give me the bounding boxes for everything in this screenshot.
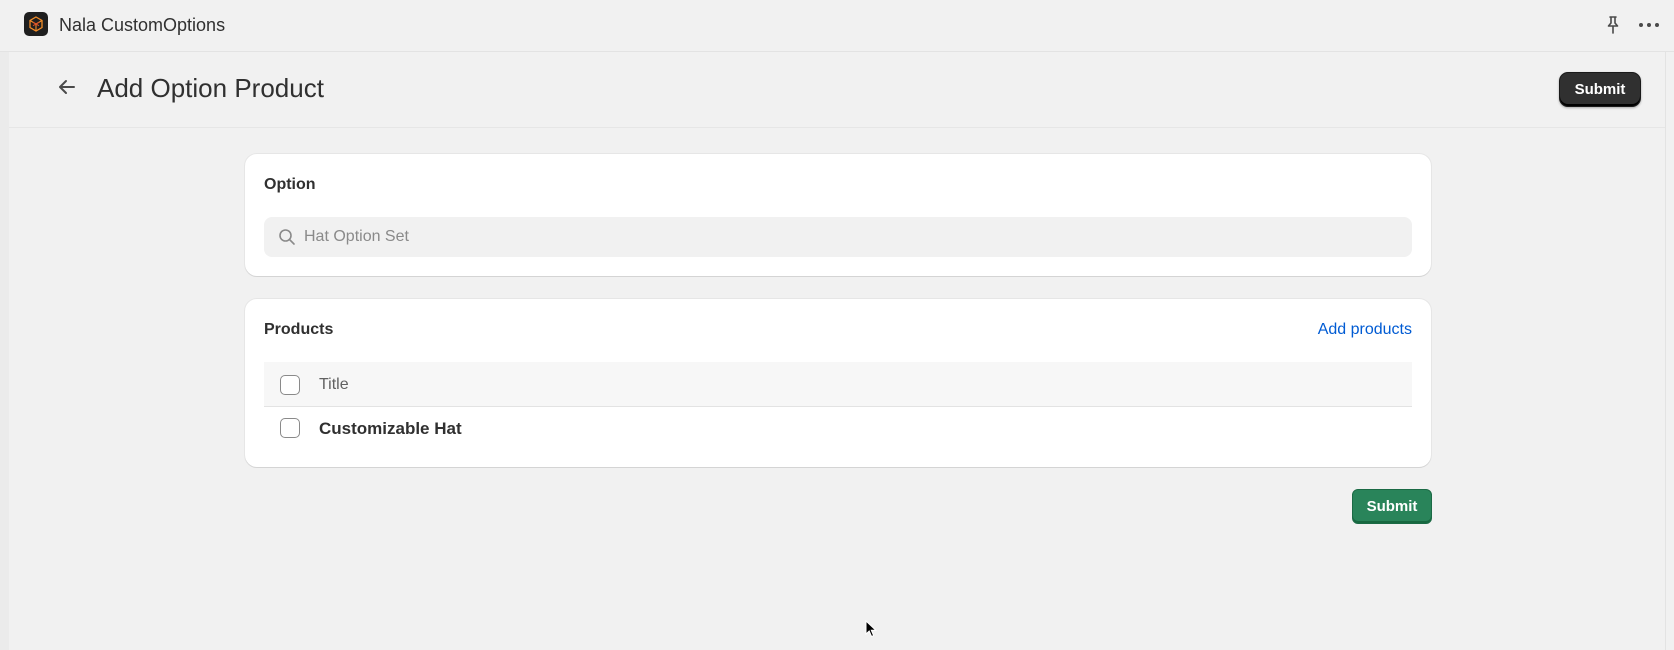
- option-heading: Option: [264, 176, 316, 193]
- page-header: Add Option Product Submit: [9, 52, 1665, 128]
- header-submit-button[interactable]: Submit: [1559, 72, 1641, 107]
- select-all-checkbox[interactable]: [280, 375, 300, 395]
- app-title: Nala CustomOptions: [59, 15, 226, 35]
- footer-submit-button[interactable]: Submit: [1352, 489, 1432, 524]
- arrow-left-icon: [59, 80, 75, 94]
- nala-cube-logo-icon: [24, 12, 48, 36]
- option-search-field[interactable]: [264, 217, 1412, 257]
- search-icon: [279, 229, 295, 245]
- row-checkbox[interactable]: [280, 418, 300, 438]
- back-button[interactable]: [53, 73, 81, 101]
- product-title: Customizable Hat: [319, 419, 462, 438]
- table-row[interactable]: Customizable Hat: [264, 407, 1412, 452]
- option-card: Option: [245, 154, 1431, 276]
- add-products-link[interactable]: Add products: [1318, 321, 1412, 339]
- column-header-title: Title: [319, 376, 349, 393]
- products-card: Products Add products Title Customizable…: [245, 299, 1431, 467]
- table-header-row: Title: [264, 362, 1412, 407]
- pin-icon[interactable]: [1604, 15, 1622, 35]
- products-heading: Products: [264, 321, 334, 338]
- left-gutter: [0, 52, 9, 650]
- option-search-input[interactable]: [304, 217, 1404, 257]
- right-scrollbar-track[interactable]: [1665, 52, 1674, 650]
- app-bar: Nala CustomOptions: [0, 0, 1674, 52]
- mouse-cursor-icon: [865, 620, 877, 638]
- page-title: Add Option Product: [97, 73, 324, 103]
- more-horizontal-icon[interactable]: [1637, 16, 1661, 34]
